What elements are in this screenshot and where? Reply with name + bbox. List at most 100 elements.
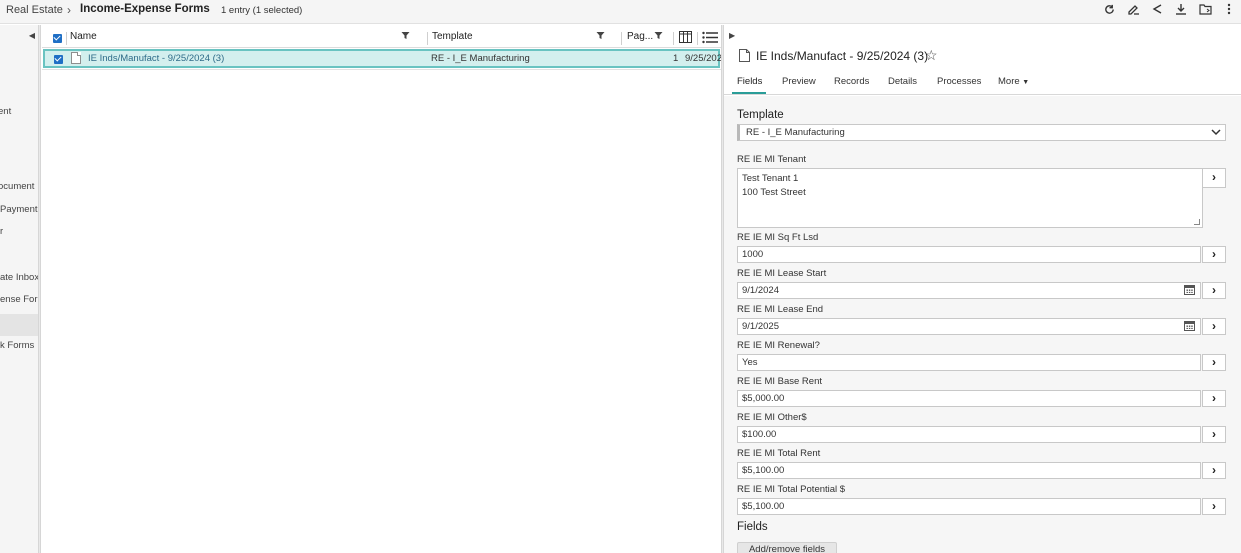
other-value: $100.00 bbox=[742, 429, 777, 440]
template-select-value: RE - I_E Manufacturing bbox=[746, 127, 845, 138]
breadcrumb-current: Income-Expense Forms bbox=[80, 3, 210, 15]
other-action-button[interactable]: › bbox=[1202, 426, 1226, 443]
document-icon bbox=[739, 49, 750, 65]
collapse-left-icon[interactable]: ◀ bbox=[29, 31, 35, 40]
download-icon[interactable] bbox=[1173, 2, 1189, 20]
nav-item[interactable]: Payment bbox=[0, 204, 38, 215]
top-bar: Real Estate › Income-Expense Forms 1 ent… bbox=[0, 0, 1241, 24]
lease-end-action-button[interactable]: › bbox=[1202, 318, 1226, 335]
filter-icon[interactable] bbox=[596, 31, 605, 42]
other-field[interactable]: $100.00 bbox=[737, 426, 1201, 443]
star-icon[interactable]: ☆ bbox=[925, 47, 938, 64]
field-label-total-rent: RE IE MI Total Rent bbox=[737, 448, 821, 459]
template-select[interactable]: RE - I_E Manufacturing bbox=[737, 124, 1226, 141]
column-separator bbox=[673, 32, 674, 45]
row-name[interactable]: IE Inds/Manufact - 9/25/2024 (3) bbox=[88, 53, 224, 64]
nav-item-active[interactable]: ense Forms bbox=[0, 294, 38, 305]
resize-grip-icon[interactable] bbox=[1194, 219, 1200, 225]
breadcrumb-separator: › bbox=[67, 3, 71, 17]
left-splitter[interactable] bbox=[38, 25, 41, 553]
share-icon[interactable] bbox=[1149, 2, 1165, 20]
nav-active-highlight bbox=[0, 314, 38, 336]
renewal-field[interactable]: Yes bbox=[737, 354, 1201, 371]
entries-grid: Name Template Pag... IE Inds/Manufact - … bbox=[42, 25, 722, 553]
toolbar-icons bbox=[1101, 2, 1237, 20]
fields-heading: Fields bbox=[737, 521, 768, 533]
lease-start-action-button[interactable]: › bbox=[1202, 282, 1226, 299]
column-separator bbox=[427, 32, 428, 45]
select-all-checkbox[interactable] bbox=[53, 34, 62, 43]
field-label-renewal: RE IE MI Renewal? bbox=[737, 340, 820, 351]
total-potential-value: $5,100.00 bbox=[742, 501, 785, 512]
field-label-lease-start: RE IE MI Lease Start bbox=[737, 268, 827, 279]
base-rent-action-button[interactable]: › bbox=[1202, 390, 1226, 407]
base-rent-value: $5,000.00 bbox=[742, 393, 785, 404]
fields-pane: Template RE - I_E Manufacturing RE IE MI… bbox=[724, 96, 1241, 553]
lease-end-field[interactable]: 9/1/2025 bbox=[737, 318, 1201, 335]
field-label-base-rent: RE IE MI Base Rent bbox=[737, 376, 823, 387]
edit-icon[interactable] bbox=[1125, 2, 1141, 20]
breadcrumb-root[interactable]: Real Estate bbox=[6, 4, 63, 16]
total-rent-action-button[interactable]: › bbox=[1202, 462, 1226, 479]
field-label-tenant: RE IE MI Tenant bbox=[737, 154, 806, 165]
list-view-icon[interactable] bbox=[702, 31, 718, 47]
table-row[interactable]: IE Inds/Manufact - 9/25/2024 (3) RE - I_… bbox=[43, 49, 722, 68]
tab-records[interactable]: Records bbox=[834, 76, 869, 87]
tab-details[interactable]: Details bbox=[888, 76, 917, 87]
nav-item[interactable]: ate Inbox bbox=[0, 272, 38, 283]
total-potential-field[interactable]: $5,100.00 bbox=[737, 498, 1201, 515]
renewal-action-button[interactable]: › bbox=[1202, 354, 1226, 371]
nav-item[interactable]: r bbox=[0, 226, 38, 237]
template-heading: Template bbox=[737, 109, 784, 121]
field-label-sqft: RE IE MI Sq Ft Lsd bbox=[737, 232, 819, 243]
panel-tabs: Fields Preview Records Details Processes… bbox=[724, 71, 1241, 95]
tab-more[interactable]: More ▼ bbox=[998, 76, 1029, 87]
column-separator bbox=[621, 32, 622, 45]
tenant-action-button[interactable]: › bbox=[1202, 168, 1226, 188]
nav-item[interactable]: ent bbox=[0, 106, 38, 117]
column-header-template[interactable]: Template bbox=[432, 31, 473, 42]
calendar-icon[interactable] bbox=[1184, 285, 1195, 295]
column-chooser-icon[interactable] bbox=[679, 31, 692, 46]
lease-start-field[interactable]: 9/1/2024 bbox=[737, 282, 1201, 299]
document-icon bbox=[71, 52, 81, 64]
lease-end-value: 9/1/2025 bbox=[742, 321, 779, 332]
tab-preview[interactable]: Preview bbox=[782, 76, 816, 87]
row-divider bbox=[42, 69, 721, 70]
panel-title: IE Inds/Manufact - 9/25/2024 (3) bbox=[756, 49, 929, 63]
filter-icon[interactable] bbox=[654, 31, 663, 42]
expand-panel-icon[interactable]: ▶ bbox=[729, 31, 735, 40]
lease-start-value: 9/1/2024 bbox=[742, 285, 779, 296]
tab-fields[interactable]: Fields bbox=[737, 76, 762, 87]
tenant-value: Test Tenant 1 100 Test Street bbox=[742, 173, 806, 198]
chevron-down-icon bbox=[1210, 125, 1222, 142]
row-checkbox[interactable] bbox=[54, 55, 63, 64]
nav-item[interactable]: ocument bbox=[0, 181, 38, 192]
column-separator bbox=[697, 32, 698, 45]
nav-item[interactable]: k Forms bbox=[0, 340, 38, 351]
tenant-textarea[interactable]: Test Tenant 1 100 Test Street bbox=[737, 168, 1203, 228]
field-label-lease-end: RE IE MI Lease End bbox=[737, 304, 824, 315]
row-date: 9/25/202 bbox=[685, 53, 722, 64]
column-header-name[interactable]: Name bbox=[70, 31, 97, 42]
total-rent-field[interactable]: $5,100.00 bbox=[737, 462, 1201, 479]
filter-icon[interactable] bbox=[401, 31, 410, 42]
column-separator bbox=[66, 32, 67, 45]
caret-down-icon: ▼ bbox=[1022, 79, 1030, 86]
base-rent-field[interactable]: $5,000.00 bbox=[737, 390, 1201, 407]
tab-processes[interactable]: Processes bbox=[937, 76, 981, 87]
total-potential-action-button[interactable]: › bbox=[1202, 498, 1226, 515]
entry-count: 1 entry (1 selected) bbox=[221, 5, 303, 16]
more-vertical-icon[interactable] bbox=[1221, 2, 1237, 20]
move-to-folder-icon[interactable] bbox=[1197, 2, 1213, 20]
sqft-field[interactable]: 1000 bbox=[737, 246, 1201, 263]
field-label-other: RE IE MI Other$ bbox=[737, 412, 807, 423]
calendar-icon[interactable] bbox=[1184, 321, 1195, 331]
sqft-action-button[interactable]: › bbox=[1202, 246, 1226, 263]
row-pages: 1 bbox=[673, 53, 679, 64]
field-label-total-potential: RE IE MI Total Potential $ bbox=[737, 484, 846, 495]
column-header-pages[interactable]: Pag... bbox=[627, 31, 653, 42]
total-rent-value: $5,100.00 bbox=[742, 465, 785, 476]
refresh-icon[interactable] bbox=[1101, 2, 1117, 20]
add-remove-fields-button[interactable]: Add/remove fields bbox=[737, 542, 837, 553]
